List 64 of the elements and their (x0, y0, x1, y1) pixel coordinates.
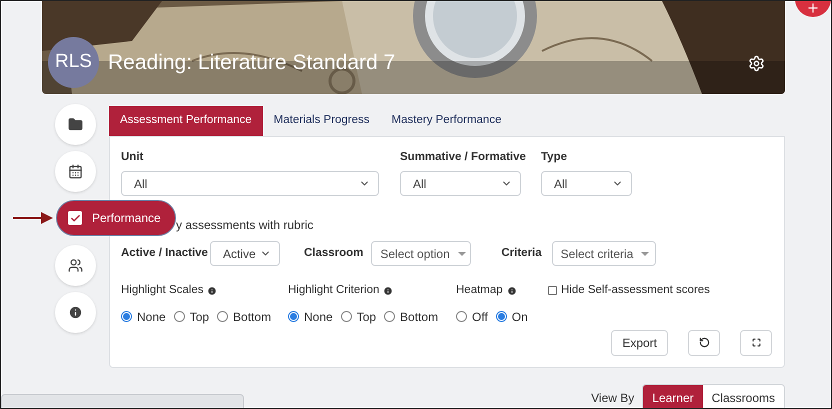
radio-button[interactable] (456, 311, 467, 322)
radio-button[interactable] (121, 311, 132, 322)
radio-label: None (137, 308, 166, 326)
info-icon[interactable] (506, 286, 517, 296)
rubric-option-label: y assessments with rubric (176, 218, 314, 232)
radio-label: Bottom (400, 308, 438, 326)
toggle-option[interactable]: Learner (643, 385, 703, 408)
filter-label: Summative / Formative (400, 150, 527, 165)
radio-button[interactable] (340, 311, 352, 322)
sidebar-button[interactable] (55, 151, 96, 192)
fullscreen-button[interactable] (740, 330, 772, 356)
radio-label: Top (190, 308, 210, 326)
folder-icon (68, 117, 83, 132)
checkbox[interactable] (548, 286, 557, 295)
radio-button[interactable] (496, 311, 507, 322)
fullscreen-icon (752, 338, 760, 347)
radio-label: Bottom (233, 308, 272, 326)
radio-button[interactable] (384, 311, 396, 322)
radio-button[interactable] (174, 311, 185, 322)
view-by-label: View By (591, 390, 634, 407)
plus-icon (806, 1, 820, 15)
option-label: Highlight Scales (121, 283, 204, 298)
info-icon[interactable] (383, 286, 394, 296)
tab[interactable]: Materials Progress (262, 106, 381, 136)
checkbox-label: Hide Self-assessment scores (561, 282, 710, 298)
toggle-option[interactable]: Classrooms (702, 385, 784, 408)
calendar-icon (68, 164, 83, 179)
filter-label: Unit (121, 150, 144, 165)
caret-icon (641, 252, 650, 256)
dropdown[interactable]: Select criteria (552, 241, 656, 266)
dropdown[interactable]: Select option (371, 241, 472, 266)
filter-label: Active / Inactive (121, 246, 208, 262)
filter-label: Criteria (501, 246, 542, 262)
sidebar-button[interactable] (55, 292, 96, 333)
reset-icon (698, 337, 710, 348)
radio-label: Off (472, 308, 488, 326)
sidebar-button[interactable] (55, 245, 96, 286)
sidebar-button[interactable] (55, 104, 96, 145)
dropdown[interactable]: Active (210, 241, 280, 266)
radio-label: Top (356, 308, 376, 326)
arrow-icon (13, 212, 53, 224)
people-icon (68, 258, 83, 273)
course-title: Reading: Literature Standard 7 (108, 50, 396, 76)
radio-label: None (304, 308, 333, 326)
performance-menu-item[interactable]: Performance (56, 200, 176, 236)
tab[interactable]: Mastery Performance (380, 106, 512, 136)
export-button[interactable]: Export (611, 330, 668, 356)
radio-button[interactable] (217, 311, 228, 322)
info-icon[interactable] (207, 286, 218, 296)
option-label: Highlight Criterion (288, 283, 380, 298)
dropdown[interactable]: All (541, 171, 632, 196)
option-label: Heatmap (456, 283, 503, 298)
filter-label: Type (541, 150, 568, 165)
dropdown[interactable]: All (121, 171, 379, 196)
settings-icon[interactable] (748, 55, 765, 72)
info-icon (68, 305, 83, 320)
tab[interactable]: Assessment Performance (109, 106, 263, 136)
dropdown[interactable]: All (400, 171, 521, 196)
radio-button[interactable] (288, 311, 299, 322)
reset-button[interactable] (688, 330, 720, 356)
radio-label: On (512, 308, 528, 326)
checkbox-icon (68, 211, 82, 225)
filter-label: Classroom (304, 246, 364, 262)
caret-icon (458, 252, 466, 256)
